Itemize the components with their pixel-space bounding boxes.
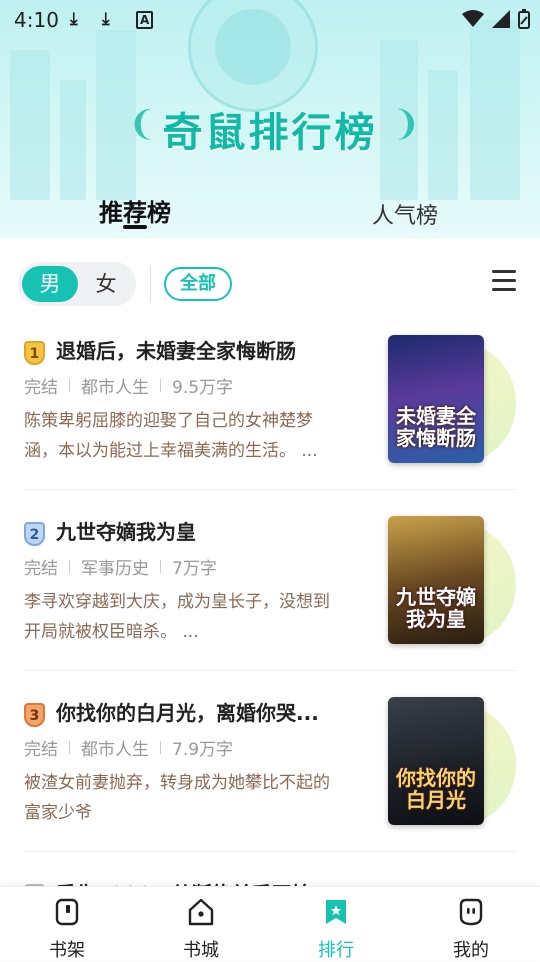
book-word-count: 9.5万字 (172, 378, 234, 398)
bottom-navigation: 书架 书城 排行 我的 (0, 886, 540, 961)
book-meta: 完结 都市人生 9.5万字 (24, 373, 233, 398)
menu-icon[interactable] (492, 270, 516, 292)
book-title[interactable]: 退婚后，未婚妻全家悔断肠 (56, 335, 356, 364)
book-description: 陈策卑躬屈膝的迎娶了自己的女神楚梦涵，本以为能过上幸福美满的生活。 ... (24, 411, 318, 461)
tab-popularity[interactable]: 人气榜 (372, 198, 438, 230)
nav-label: 我的 (453, 940, 489, 961)
list-divider (24, 670, 516, 671)
book-category: 都市人生 (81, 378, 149, 398)
battery-icon (518, 9, 530, 29)
cover-image: 你找你的白月光 (388, 697, 484, 825)
category-all-chip[interactable]: 全部 (164, 267, 232, 301)
cover-title-art: 九世夺嫡 我为皇 (396, 585, 476, 631)
book-cover[interactable]: 九世夺嫡 我为皇 (386, 516, 516, 646)
bookshelf-icon (55, 898, 79, 926)
ranking-bookmark-icon (326, 900, 346, 924)
status-time: 4:10 (14, 8, 59, 32)
profile-face-icon (459, 898, 483, 926)
download-icon: ⤓ (102, 9, 110, 29)
tab-recommend[interactable]: 推荐榜 (99, 193, 171, 228)
book-description: 被渣女前妻抛弃，转身成为她攀比不起的富家少爷 (24, 773, 330, 823)
gender-toggle: 男 女 (18, 262, 136, 306)
rank-badge-icon: 2 (24, 522, 45, 546)
cover-title-art: 未婚妻全家悔断肠 (396, 404, 476, 450)
cover-image: 九世夺嫡 我为皇 (388, 516, 484, 644)
filter-bar: 男 女 全部 (18, 258, 538, 306)
nav-label: 书城 (183, 940, 219, 961)
nav-ranking[interactable]: 排行 (286, 887, 386, 961)
book-list-item[interactable]: 2 九世夺嫡我为皇 完结 军事历史 7万字 李寻欢穿越到大庆，成为皇长子，没想到… (0, 516, 540, 691)
book-list-item[interactable]: 4 重生1990，从断绝关系开始 (0, 878, 540, 886)
nav-bookstore[interactable]: 书城 (151, 887, 251, 961)
status-bar: 4:10 ⤓ ⤓ A (0, 0, 540, 38)
book-title[interactable]: 重生1990，从断绝关系开始 (56, 878, 356, 886)
gender-female-button[interactable]: 女 (78, 266, 134, 302)
page-title: 奇鼠排行榜 (162, 110, 378, 156)
rank-badge-icon: 1 (24, 341, 45, 365)
bookstore-home-icon (188, 898, 214, 926)
download-icon: ⤓ (70, 9, 78, 29)
list-divider (24, 489, 516, 490)
active-tab-indicator (123, 225, 147, 229)
filter-divider (150, 266, 151, 302)
book-list-item[interactable]: 1 退婚后，未婚妻全家悔断肠 完结 都市人生 9.5万字 陈策卑躬屈膝的迎娶了自… (0, 335, 540, 510)
cover-image: 未婚妻全家悔断肠 (388, 335, 484, 463)
book-description: 李寻欢穿越到大庆，成为皇长子，没想到开局就被权臣暗杀。 ... (24, 592, 330, 642)
ranking-list-panel: 男 女 全部 1 退婚后，未婚妻全家悔断肠 完结 都市人生 9.5万字 陈策卑躬… (0, 238, 540, 886)
book-cover[interactable]: 你找你的白月光 (386, 697, 516, 827)
book-category: 军事历史 (81, 559, 149, 579)
signal-icon (492, 10, 510, 28)
list-divider (24, 851, 516, 852)
book-cover[interactable]: 未婚妻全家悔断肠 (386, 335, 516, 465)
book-meta: 完结 军事历史 7万字 (24, 554, 217, 579)
book-word-count: 7万字 (172, 559, 217, 579)
gender-male-button[interactable]: 男 (22, 266, 78, 302)
ranking-header-banner: 4:10 ⤓ ⤓ A ❨ ❩ 奇鼠排行榜 推荐榜 人气榜 (0, 0, 540, 240)
nav-bookshelf[interactable]: 书架 (17, 887, 117, 961)
book-status: 完结 (24, 559, 58, 579)
book-status: 完结 (24, 740, 58, 760)
wifi-icon (462, 10, 484, 27)
nav-profile[interactable]: 我的 (421, 887, 521, 961)
rank-badge-icon: 3 (24, 703, 45, 727)
book-word-count: 7.9万字 (172, 740, 234, 760)
book-status: 完结 (24, 378, 58, 398)
nav-label: 书架 (49, 940, 85, 961)
book-meta: 完结 都市人生 7.9万字 (24, 735, 233, 760)
book-title[interactable]: 你找你的白月光，离婚你哭... (56, 697, 356, 726)
book-category: 都市人生 (81, 740, 149, 760)
book-title[interactable]: 九世夺嫡我为皇 (56, 516, 356, 545)
book-list-item[interactable]: 3 你找你的白月光，离婚你哭... 完结 都市人生 7.9万字 被渣女前妻抛弃，… (0, 697, 540, 872)
cover-title-art: 你找你的白月光 (396, 766, 476, 812)
a-box-icon: A (136, 11, 154, 29)
ranking-tabs: 推荐榜 人气榜 (0, 193, 540, 233)
nav-label: 排行 (318, 940, 354, 961)
